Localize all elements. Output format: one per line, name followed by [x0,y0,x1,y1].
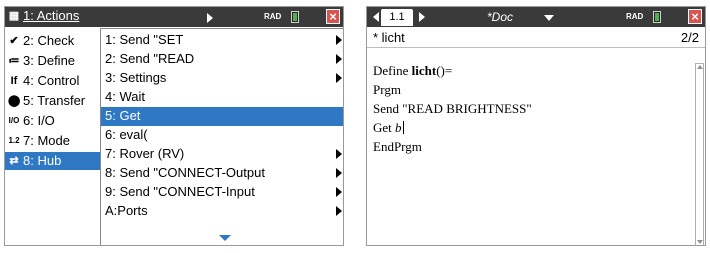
submenu-item-label: 3: Settings [105,70,167,85]
submenu-item-send-read[interactable]: 2: Send "READ [101,50,343,69]
code-line-send[interactable]: Send "READ BRIGHTNESS" [373,101,532,117]
program-name: * licht [373,30,405,45]
transfer-icon: ⬤ [8,95,21,107]
chevron-right-icon [336,187,342,197]
chevron-down-icon[interactable] [544,15,554,21]
define-icon: ≔ [8,55,20,67]
close-icon[interactable]: × [326,9,340,24]
submenu-item-eval[interactable]: 6: eval( [101,126,343,145]
chevron-right-icon [336,168,342,178]
menu-item-label: 1: Actions [23,8,80,23]
close-icon[interactable]: × [688,9,702,24]
calculator-screen-program-editor: 1.1 *Doc RAD × * licht 2/2 Define licht(… [366,6,706,246]
check-icon: ✔ [9,35,19,47]
chevron-right-icon [336,73,342,83]
submenu-item-connect-input[interactable]: 9: Send "CONNECT-Input [101,183,343,202]
submenu-item-label: 7: Rover (RV) [105,146,185,161]
submenu-item-label: A:Ports [105,203,148,218]
submenu-item-settings[interactable]: 3: Settings [101,69,343,88]
define-keyword: Define [373,63,412,78]
line-counter: 2/2 [680,30,699,45]
previous-page-icon[interactable] [373,12,379,22]
scroll-up-icon[interactable] [697,65,703,69]
submenu-item-label: 8: Send "CONNECT-Output [105,165,265,180]
menu-item-actions[interactable]: ▦ 1: Actions [5,7,217,27]
battery-icon [653,11,661,23]
chevron-right-icon [336,54,342,64]
submenu-item-send-set[interactable]: 1: Send "SET [101,31,343,50]
next-page-icon[interactable] [419,12,425,22]
io-icon: I/O [8,116,20,125]
submenu-item-label: 6: eval( [105,127,148,142]
code-editor[interactable]: Define licht()= Prgm Send "READ BRIGHTNE… [367,50,694,245]
code-line-define[interactable]: Define licht()= [373,63,452,79]
hub-icon: ⇄ [9,155,19,167]
submenu-item-label: 9: Send "CONNECT-Input [105,184,255,199]
calculator-screen-actions-menu: RAD × ▦ 1: Actions ✔ 2: Check ≔ 3: Defin… [4,6,344,246]
status-bar: 1.1 *Doc RAD × [367,7,705,27]
hub-submenu: 1: Send "SET 2: Send "READ 3: Settings 4… [100,28,343,245]
angle-mode-indicator: RAD [626,12,644,21]
submenu-item-label: 1: Send "SET [105,32,184,47]
variable-token: b [395,120,402,135]
submenu-item-ports[interactable]: A:Ports [101,202,343,221]
submenu-item-rover[interactable]: 7: Rover (RV) [101,145,343,164]
submenu-item-wait[interactable]: 4: Wait [101,88,343,107]
chevron-right-icon [336,149,342,159]
chevron-right-icon [207,13,213,23]
menu-item-label: 2: Check [23,33,75,48]
submenu-item-connect-output[interactable]: 8: Send "CONNECT-Output [101,164,343,183]
code-line-prgm[interactable]: Prgm [373,82,401,98]
document-title[interactable]: *Doc [487,10,513,24]
submenu-item-label: 2: Send "READ [105,51,195,66]
define-suffix: ()= [436,63,453,78]
tab-page[interactable]: 1.1 [381,9,413,26]
angle-mode-indicator: RAD [264,12,282,21]
editor-scrollbar[interactable] [695,63,704,245]
text-cursor [402,121,404,134]
scroll-down-icon[interactable] [697,240,703,244]
editor-header: * licht 2/2 [367,27,705,48]
chevron-right-icon [336,206,342,216]
program-name-token: licht [411,63,437,78]
control-icon: If [10,75,18,87]
submenu-item-label: 5: Get [105,108,141,123]
chevron-right-icon [336,35,342,45]
get-keyword: Get [373,120,396,135]
menu-item-label: 3: Define [23,53,76,68]
menu-item-label: 4: Control [23,73,80,88]
battery-icon [291,11,299,23]
code-line-get[interactable]: Get b [373,120,404,136]
submenu-item-label: 4: Wait [105,89,145,104]
mode-icon: 1.2 [8,136,20,145]
actions-icon: ▦ [8,10,20,22]
code-line-endprgm[interactable]: EndPrgm [373,139,422,155]
scroll-down-icon[interactable] [219,235,231,241]
submenu-item-get[interactable]: 5: Get [101,107,343,126]
menu-item-label: 6: I/O [23,113,55,128]
menu-item-label: 5: Transfer [23,93,86,108]
menu-item-label: 8: Hub [23,153,62,168]
menu-item-label: 7: Mode [23,133,70,148]
